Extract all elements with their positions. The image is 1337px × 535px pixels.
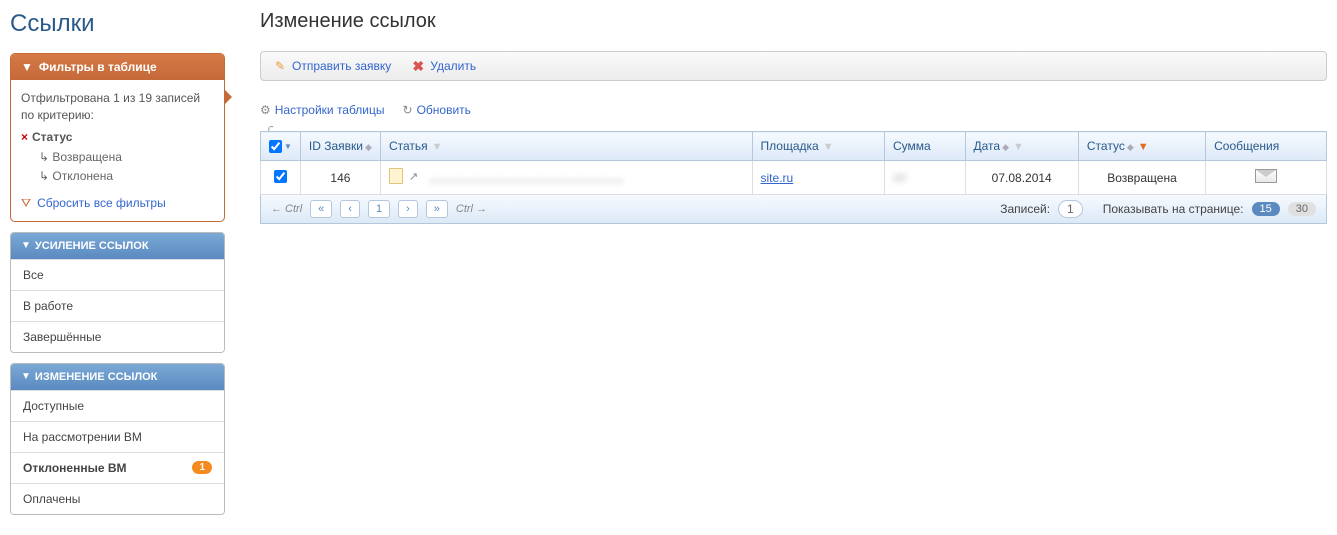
pencil-icon: ✎	[273, 59, 287, 73]
page-size-30[interactable]: 30	[1288, 202, 1316, 216]
filter-value: ↳ Отклонена	[39, 167, 214, 186]
col-date[interactable]: Дата◆▼	[965, 132, 1078, 161]
nav-item-done[interactable]: Завершённые	[11, 321, 224, 352]
col-status[interactable]: Статус◆▼	[1078, 132, 1205, 161]
table-row[interactable]: 146 ↗ ——————————————— site.ru //// 07.08…	[261, 161, 1327, 195]
cell-status: Возвращена	[1078, 161, 1205, 195]
data-table: ▼ ID Заявки◆ Статья▼ Площадка▼ Сумма Дат…	[260, 131, 1327, 195]
ctrl-right-hint: Ctrl →	[456, 203, 487, 215]
page-next-button[interactable]: ›	[398, 200, 418, 218]
table-settings-link[interactable]: ⚙ Настройки таблицы	[260, 103, 385, 117]
row-checkbox[interactable]	[274, 170, 287, 183]
page-size-15[interactable]: 15	[1252, 202, 1280, 216]
nav-item-rejected[interactable]: Отклоненные ВМ 1	[11, 452, 224, 483]
document-icon[interactable]	[389, 168, 403, 184]
records-label: Записей:	[1000, 202, 1050, 216]
chevron-down-icon: ▼	[21, 371, 31, 382]
page-number[interactable]: 1	[368, 200, 390, 218]
send-request-button[interactable]: ✎ Отправить заявку	[273, 59, 391, 73]
col-checkbox[interactable]: ▼	[261, 132, 301, 161]
filters-title: Фильтры в таблице	[39, 60, 157, 74]
remove-filter-icon[interactable]: ×	[21, 130, 28, 144]
main-title: Изменение ссылок	[260, 10, 1327, 33]
cell-article: ↗ ———————————————	[380, 161, 752, 195]
ctrl-left-hint: ← Ctrl	[271, 203, 302, 215]
page-first-button[interactable]: «	[310, 200, 332, 218]
filter-value: ↳ Возвращена	[39, 148, 214, 167]
cell-date: 07.08.2014	[965, 161, 1078, 195]
page-last-button[interactable]: »	[426, 200, 448, 218]
chevron-down-icon: ▼	[21, 240, 31, 251]
cell-id: 146	[300, 161, 380, 195]
refresh-icon: ↻	[403, 103, 413, 117]
col-messages[interactable]: Сообщения	[1206, 132, 1327, 161]
cell-sum: ////	[885, 161, 966, 195]
nav-item-inwork[interactable]: В работе	[11, 290, 224, 321]
nav-panel-boost: ▼ УСИЛЕНИЕ ССЫЛОК Все В работе Завершённ…	[10, 232, 225, 353]
per-page-label: Показывать на странице:	[1103, 202, 1244, 216]
toolbar: ✎ Отправить заявку ✖ Удалить	[260, 51, 1327, 81]
nav-item-paid[interactable]: Оплачены	[11, 483, 224, 514]
delete-icon: ✖	[411, 59, 425, 73]
nav-header[interactable]: ▼ ИЗМЕНЕНИЕ ССЫЛОК	[11, 364, 224, 390]
cell-site: site.ru	[752, 161, 885, 195]
external-link-icon[interactable]: ↗	[409, 170, 418, 183]
reset-filters-link[interactable]: ⛛ Сбросить все фильтры	[21, 196, 214, 211]
cell-messages	[1206, 161, 1327, 195]
page-title: Ссылки	[10, 10, 225, 38]
filter-icon[interactable]: ▼	[1138, 141, 1149, 153]
col-article[interactable]: Статья▼	[380, 132, 752, 161]
refresh-link[interactable]: ↻ Обновить	[403, 103, 471, 117]
nav-panel-change: ▼ ИЗМЕНЕНИЕ ССЫЛОК Доступные На рассмотр…	[10, 363, 225, 515]
gear-icon: ⚙	[260, 103, 271, 117]
count-badge: 1	[192, 461, 212, 474]
col-sum[interactable]: Сумма	[885, 132, 966, 161]
filter-info: Отфильтрована 1 из 19 записей по критери…	[21, 90, 214, 124]
filter-icon[interactable]: ▼	[1013, 141, 1024, 153]
select-all-checkbox[interactable]	[269, 140, 282, 153]
filters-header[interactable]: ▼ Фильтры в таблице	[11, 54, 224, 80]
filters-panel: ▼ Фильтры в таблице Отфильтрована 1 из 1…	[10, 53, 225, 222]
filter-icon[interactable]: ▼	[432, 141, 443, 153]
resize-grip-icon[interactable]: ⌌	[264, 119, 274, 133]
filter-icon[interactable]: ▼	[823, 141, 834, 153]
filter-label: Статус	[32, 130, 72, 144]
funnel-icon: ▼	[21, 60, 33, 74]
nav-header[interactable]: ▼ УСИЛЕНИЕ ССЫЛОК	[11, 233, 224, 259]
table-footer: ← Ctrl « ‹ 1 › » Ctrl → Записей: 1 Показ…	[260, 195, 1327, 224]
col-id[interactable]: ID Заявки◆	[300, 132, 380, 161]
mail-icon[interactable]	[1255, 169, 1277, 183]
nav-item-review[interactable]: На рассмотрении ВМ	[11, 421, 224, 452]
site-link[interactable]: site.ru	[761, 171, 794, 185]
col-site[interactable]: Площадка▼	[752, 132, 885, 161]
nav-item-all[interactable]: Все	[11, 259, 224, 290]
reset-filter-icon: ⛛	[21, 196, 31, 211]
nav-item-available[interactable]: Доступные	[11, 390, 224, 421]
records-count: 1	[1058, 200, 1083, 218]
delete-button[interactable]: ✖ Удалить	[411, 59, 476, 73]
page-prev-button[interactable]: ‹	[340, 200, 360, 218]
